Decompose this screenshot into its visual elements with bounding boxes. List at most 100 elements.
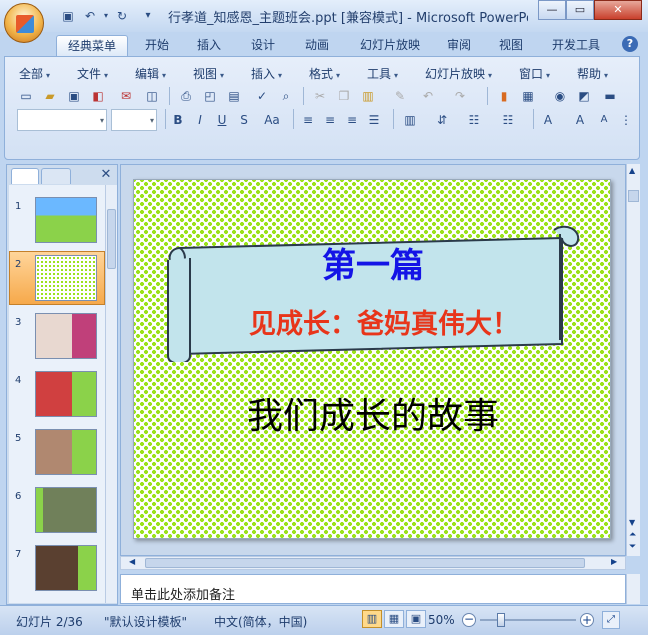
outline-tab[interactable]: [41, 168, 71, 184]
slide-heading[interactable]: 第一篇: [134, 238, 612, 287]
zoom-slider-track[interactable]: [480, 619, 576, 621]
menu-window[interactable]: 窗口 ▾: [519, 65, 550, 82]
spelling-icon[interactable]: ✓: [253, 87, 271, 105]
tab-insert[interactable]: 插入: [188, 35, 230, 56]
redo-icon[interactable]: ↻: [114, 8, 130, 24]
scroll-thumb[interactable]: [107, 209, 116, 269]
menu-view[interactable]: 视图 ▾: [193, 65, 224, 82]
email-icon[interactable]: ✉: [117, 87, 135, 105]
shadow-icon[interactable]: S: [235, 111, 253, 129]
notes-pane[interactable]: 单击此处添加备注: [120, 574, 626, 604]
save-icon[interactable]: ▣: [60, 8, 76, 24]
shrink-font-icon[interactable]: A: [595, 111, 613, 129]
restore-button[interactable]: ▭: [566, 0, 594, 20]
language-indicator[interactable]: 中文(简体，中国): [214, 613, 307, 630]
thumbnail-scrollbar[interactable]: [105, 185, 117, 603]
columns-icon[interactable]: ▥: [401, 111, 419, 129]
font-name-combo[interactable]: ▾: [17, 109, 107, 131]
menu-file[interactable]: 文件 ▾: [77, 65, 108, 82]
slide-layout-icon[interactable]: ▤: [225, 87, 243, 105]
slide-thumbnail-1[interactable]: [35, 197, 97, 243]
underline-icon[interactable]: U: [213, 111, 231, 129]
research-icon[interactable]: ⌕: [277, 87, 295, 105]
slide-thumbnail-3[interactable]: [35, 313, 97, 359]
more-icon[interactable]: ⋮: [617, 111, 635, 129]
minimize-button[interactable]: —: [538, 0, 566, 20]
print-preview-icon[interactable]: ◰: [201, 87, 219, 105]
office-button[interactable]: [4, 3, 44, 43]
help-icon[interactable]: ?: [622, 36, 638, 52]
scroll-up-icon[interactable]: ▲: [629, 166, 635, 175]
menu-insert[interactable]: 插入 ▾: [251, 65, 282, 82]
tab-view[interactable]: 视图: [490, 35, 532, 56]
slide-thumbnail-4[interactable]: [35, 371, 97, 417]
close-button[interactable]: ✕: [594, 0, 642, 20]
font-size-combo[interactable]: ▾: [111, 109, 157, 131]
numbering-icon[interactable]: ☷: [465, 111, 483, 129]
fit-to-window-icon[interactable]: ⤢: [602, 611, 620, 629]
cut-icon[interactable]: ✂: [311, 87, 329, 105]
increase-font-icon[interactable]: A: [539, 111, 557, 129]
align-center-icon[interactable]: ≡: [321, 111, 339, 129]
close-panel-icon[interactable]: ✕: [99, 167, 113, 183]
justify-icon[interactable]: ☰: [365, 111, 383, 129]
slide-vertical-scrollbar[interactable]: ▲ ▼ ⏶ ⏷: [626, 164, 640, 556]
slide-thumbnail-5[interactable]: [35, 429, 97, 475]
slide-canvas[interactable]: 第一篇 见成长：爸妈真伟大！ 我们成长的故事: [133, 179, 611, 539]
redo-icon[interactable]: ↷: [451, 87, 469, 105]
menu-tools[interactable]: 工具 ▾: [367, 65, 398, 82]
shapes-icon[interactable]: ◩: [575, 87, 593, 105]
slide-body-text[interactable]: 我们成长的故事: [134, 387, 612, 439]
clip-art-icon[interactable]: ◉: [551, 87, 569, 105]
insert-chart-icon[interactable]: ▮: [495, 87, 513, 105]
print-icon[interactable]: ⎙: [177, 87, 195, 105]
tab-slideshow[interactable]: 幻灯片放映: [350, 35, 430, 56]
zoom-in-icon[interactable]: +: [580, 613, 594, 627]
scroll-thumb[interactable]: [145, 558, 585, 568]
menu-edit[interactable]: 编辑 ▾: [135, 65, 166, 82]
notes-scrollbar[interactable]: [626, 574, 640, 604]
slide-sorter-button[interactable]: ▦: [384, 610, 404, 628]
undo-dropdown-icon[interactable]: ▾: [98, 8, 114, 24]
open-icon[interactable]: ▰: [41, 87, 59, 105]
scroll-down-icon[interactable]: ▼: [629, 518, 635, 527]
tab-home[interactable]: 开始: [136, 35, 178, 56]
copy-icon[interactable]: ❐: [335, 87, 353, 105]
slide-subheading[interactable]: 见成长：爸妈真伟大！: [134, 302, 634, 341]
grow-font-icon[interactable]: A: [571, 111, 589, 129]
tab-developer[interactable]: 开发工具: [544, 35, 608, 56]
save-icon[interactable]: ▣: [65, 87, 83, 105]
italic-icon[interactable]: I: [191, 111, 209, 129]
slideshow-button[interactable]: ▣: [406, 610, 426, 628]
color-grayscale-icon[interactable]: ▬: [601, 87, 619, 105]
paste-icon[interactable]: ▥: [359, 87, 377, 105]
previous-slide-icon[interactable]: ⏶: [629, 530, 636, 540]
scroll-left-icon[interactable]: ◀: [129, 557, 135, 566]
slides-tab[interactable]: [11, 168, 39, 184]
zoom-out-icon[interactable]: −: [462, 613, 476, 627]
tab-design[interactable]: 设计: [242, 35, 284, 56]
format-painter-icon[interactable]: ✎: [391, 87, 409, 105]
menu-slideshow[interactable]: 幻灯片放映 ▾: [425, 65, 492, 82]
slide-thumbnail-6[interactable]: [35, 487, 97, 533]
bold-icon[interactable]: B: [169, 111, 187, 129]
insert-table-icon[interactable]: ▦: [519, 87, 537, 105]
scroll-thumb[interactable]: [628, 190, 639, 202]
slide-horizontal-scrollbar[interactable]: ◀ ▶: [120, 556, 626, 570]
align-right-icon[interactable]: ≡: [343, 111, 361, 129]
slide-thumbnail-2[interactable]: [35, 255, 97, 301]
bullets-icon[interactable]: ☷: [499, 111, 517, 129]
tab-animation[interactable]: 动画: [296, 35, 338, 56]
menu-all[interactable]: 全部 ▾: [19, 65, 50, 82]
undo-icon[interactable]: ↶: [82, 8, 98, 24]
menu-format[interactable]: 格式 ▾: [309, 65, 340, 82]
tab-review[interactable]: 审阅: [438, 35, 480, 56]
change-case-icon[interactable]: Aa: [259, 111, 285, 129]
zoom-level[interactable]: 50%: [428, 613, 455, 627]
slide-thumbnail-7[interactable]: [35, 545, 97, 591]
permission-icon[interactable]: ◧: [89, 87, 107, 105]
customize-qat-icon[interactable]: ▾: [140, 8, 156, 24]
align-left-icon[interactable]: ≡: [299, 111, 317, 129]
undo-icon[interactable]: ↶: [419, 87, 437, 105]
scroll-right-icon[interactable]: ▶: [611, 557, 617, 566]
